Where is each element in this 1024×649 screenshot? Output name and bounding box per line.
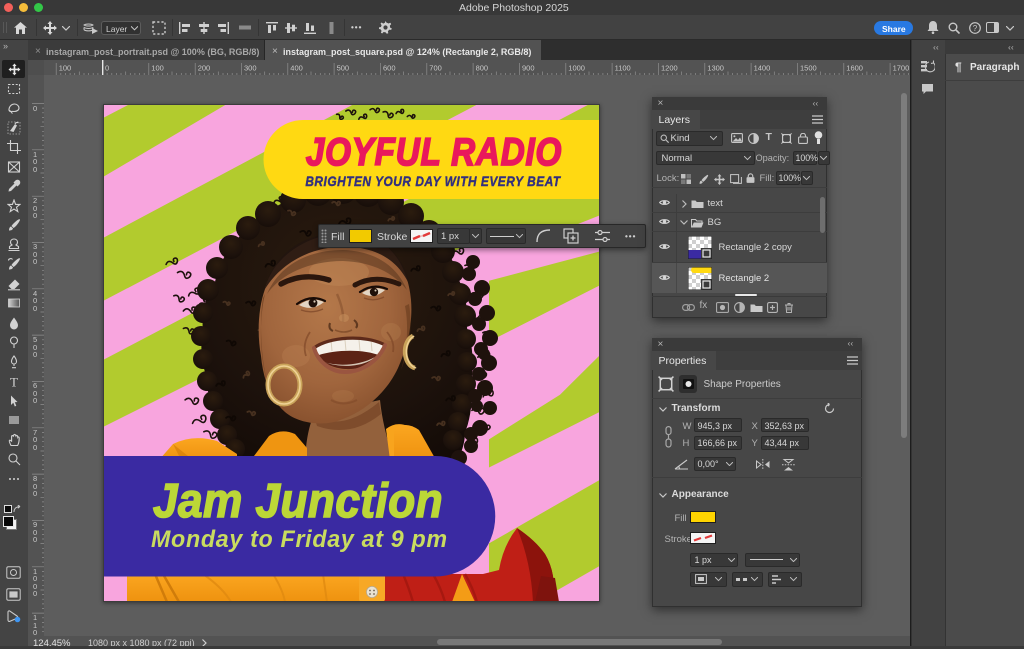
svg-text:1600: 1600 [846,64,863,73]
svg-text:0: 0 [33,589,37,598]
svg-text:500: 500 [337,64,350,73]
svg-text:Jam Junction: Jam Junction [153,473,443,527]
svg-text:200: 200 [198,64,211,73]
svg-text:0: 0 [33,165,37,174]
svg-text:1000: 1000 [568,64,585,73]
svg-text:400: 400 [290,64,303,73]
svg-text:100: 100 [59,64,72,73]
svg-text:300: 300 [244,64,257,73]
svg-text:0: 0 [33,304,37,313]
svg-text:600: 600 [383,64,396,73]
svg-text:T: T [10,375,18,389]
svg-text:?: ? [973,23,978,32]
svg-text:JOYFUL RADIO: JOYFUL RADIO [305,129,561,173]
svg-text:1200: 1200 [661,64,678,73]
svg-text:0: 0 [33,257,37,266]
svg-text:0: 0 [33,350,37,359]
svg-text:0: 0 [33,443,37,452]
svg-text:0: 0 [33,489,37,498]
svg-text:0: 0 [33,211,37,220]
svg-text:0: 0 [33,628,37,636]
svg-text:900: 900 [522,64,535,73]
svg-text:100: 100 [151,64,164,73]
svg-text:800: 800 [476,64,489,73]
svg-text:0: 0 [105,64,109,73]
svg-text:1700: 1700 [893,64,910,73]
svg-text:0: 0 [33,396,37,405]
svg-text:1400: 1400 [754,64,771,73]
svg-text:1300: 1300 [707,64,724,73]
svg-text:1500: 1500 [800,64,817,73]
svg-text:0: 0 [33,104,37,113]
svg-text:BRIGHTEN YOUR DAY WITH EVERY B: BRIGHTEN YOUR DAY WITH EVERY BEAT [305,173,561,189]
svg-text:0: 0 [33,535,37,544]
svg-text:700: 700 [429,64,442,73]
svg-text:1100: 1100 [615,64,631,73]
svg-text:Monday to Friday at 9 pm: Monday to Friday at 9 pm [151,526,448,552]
